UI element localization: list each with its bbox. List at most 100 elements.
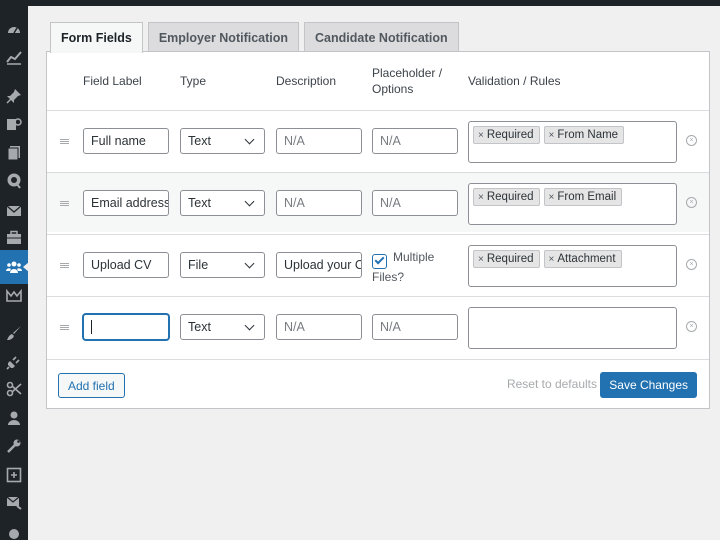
placeholder-input[interactable]: N/A [372,128,458,154]
remove-rule-icon[interactable]: × [549,254,555,265]
pages-icon[interactable] [4,143,24,163]
settings-icon[interactable] [4,465,24,485]
field-label-input[interactable]: Email address [83,190,169,216]
reset-defaults-link[interactable]: Reset to defaults [507,377,597,391]
header-type: Type [180,74,207,88]
rule-chip[interactable]: × From Email [543,188,623,206]
rule-chip-label: From Name [557,129,619,141]
remove-row-icon[interactable]: × [686,135,697,146]
chevron-down-icon [244,196,255,206]
rule-chip[interactable]: × Required [473,126,540,144]
checkmark-icon [374,254,385,265]
validation-rules-input[interactable]: × Required × From Email [468,183,677,225]
header-description: Description [276,74,337,88]
description-input[interactable]: Upload your CV [276,252,362,278]
type-select-value: Text [188,134,211,148]
table-row: Email address Text N/A N/A × Required × Fr… [47,172,709,232]
validation-rules-input[interactable]: × Required × Attachment [468,245,677,287]
multiple-files-option[interactable]: Multiple Files? [372,249,434,285]
multiple-files-label-line2: Files? [372,269,405,284]
tab-employer-notification[interactable]: Employer Notification [147,22,300,52]
field-label-input[interactable]: Full name [83,128,169,154]
comments-icon[interactable] [4,171,24,191]
analytics-icon[interactable] [4,47,24,67]
field-label-input[interactable]: Upload CV [83,252,169,278]
type-select-value: Text [188,320,211,334]
remove-rule-icon[interactable]: × [549,130,555,141]
user-icon[interactable] [4,408,24,428]
pin-icon[interactable] [4,86,24,106]
envelope-icon[interactable] [4,492,24,512]
type-select[interactable]: Text [180,128,265,154]
tab-bar: Form Fields Employer Notification Candid… [50,22,459,53]
type-select[interactable]: File [180,252,265,278]
rule-chip-label: Required [486,129,534,141]
placeholder-input[interactable]: N/A [372,314,458,340]
rule-chip-label: Attachment [557,253,616,265]
panel-footer: Add field Reset to defaults Save Changes [47,359,709,409]
placeholder-input[interactable]: N/A [372,190,458,216]
dashboard-icon[interactable] [4,20,24,40]
description-input[interactable]: N/A [276,314,362,340]
multiple-files-checkbox[interactable] [372,253,387,269]
rule-chip-label: From Email [557,191,617,203]
tab-candidate-notification[interactable]: Candidate Notification [304,22,459,52]
media-icon[interactable] [4,114,24,134]
chevron-down-icon [244,258,255,268]
rule-chip[interactable]: × From Name [543,126,625,144]
remove-rule-icon[interactable]: × [478,192,484,203]
rule-chip[interactable]: × Required [473,188,540,206]
circle-icon[interactable] [4,522,24,540]
chart-icon[interactable] [4,285,24,305]
add-field-button[interactable]: Add field [58,373,125,398]
description-input[interactable]: N/A [276,190,362,216]
brush-icon[interactable] [4,323,24,343]
validation-rules-input[interactable] [468,307,677,349]
type-select-value: File [188,258,209,272]
drag-handle-icon[interactable] [60,201,69,206]
save-changes-button[interactable]: Save Changes [600,372,697,398]
admin-sidebar [0,0,29,540]
chevron-down-icon [244,134,255,144]
mail-icon[interactable] [4,201,24,221]
remove-row-icon[interactable]: × [686,197,697,208]
type-select[interactable]: Text [180,314,265,340]
drag-handle-icon[interactable] [60,263,69,268]
chevron-down-icon [244,320,255,330]
type-select-value: Text [188,196,211,210]
table-row: Upload CV File Upload your CV Multiple F… [47,234,709,294]
rule-chip[interactable]: × Required [473,250,540,268]
drag-handle-icon[interactable] [60,325,69,330]
briefcase-icon[interactable] [4,228,24,248]
tab-form-fields[interactable]: Form Fields [50,22,143,53]
rule-chip-label: Required [486,253,534,265]
table-row: Full name Text N/A N/A × Required × From N… [47,110,709,170]
remove-row-icon[interactable]: × [686,321,697,332]
remove-rule-icon[interactable]: × [478,254,484,265]
drag-handle-icon[interactable] [60,139,69,144]
wrench-icon[interactable] [4,436,24,456]
multiple-files-label-line1: Multiple [393,250,435,264]
remove-row-icon[interactable]: × [686,259,697,270]
validation-rules-input[interactable]: × Required × From Name [468,121,677,163]
type-select[interactable]: Text [180,190,265,216]
remove-rule-icon[interactable]: × [478,130,484,141]
users-group-icon[interactable] [0,250,29,284]
header-field-label: Field Label [83,74,142,88]
admin-bar [0,0,720,6]
header-validation-rules: Validation / Rules [468,74,561,88]
header-placeholder-line1: Placeholder / [372,66,443,80]
header-placeholder-line2: Options [372,82,414,96]
description-input[interactable]: N/A [276,128,362,154]
tools-icon[interactable] [4,379,24,399]
table-row: Text N/A N/A × [47,296,709,356]
header-placeholder: Placeholder / Options [372,65,442,97]
field-label-input[interactable] [83,314,169,340]
rule-chip-label: Required [486,191,534,203]
text-cursor [91,320,92,334]
table-header: Field Label Type Description Placeholder… [47,52,709,110]
rule-chip[interactable]: × Attachment [543,250,622,268]
plugin-icon[interactable] [4,352,24,372]
remove-rule-icon[interactable]: × [549,192,555,203]
form-fields-panel: Field Label Type Description Placeholder… [46,51,710,409]
